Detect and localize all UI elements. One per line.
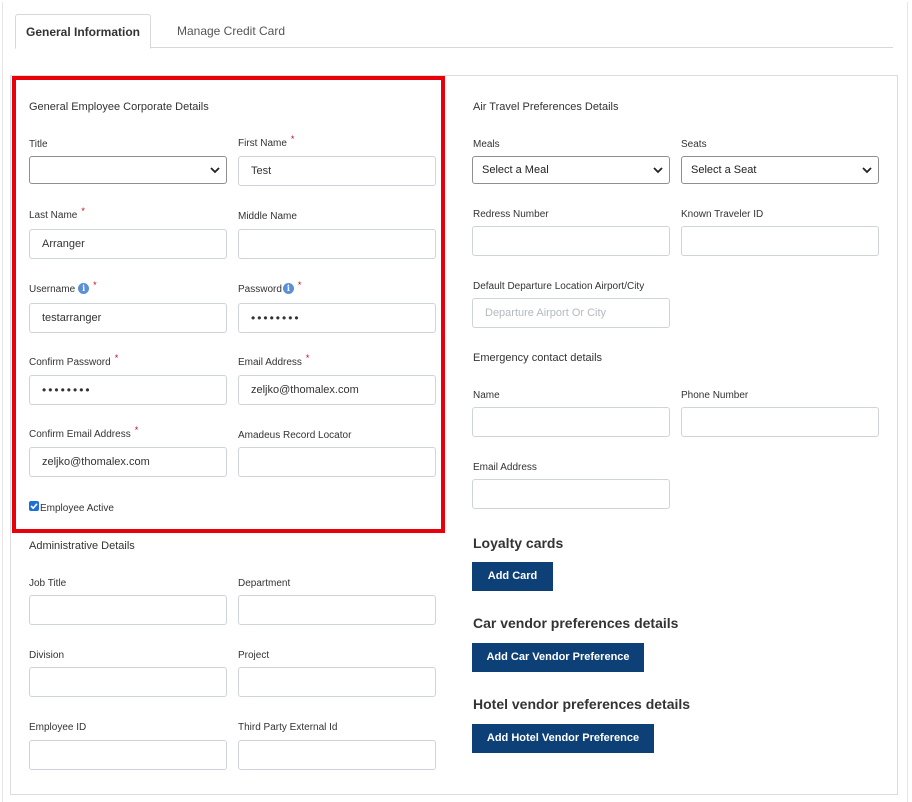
required-mark: * bbox=[81, 206, 85, 216]
division-field[interactable] bbox=[29, 667, 227, 697]
third-party-field[interactable] bbox=[238, 740, 436, 770]
redress-field[interactable] bbox=[472, 226, 670, 256]
confirm-email-label: Confirm Email Address * bbox=[29, 425, 138, 440]
employee-id-label: Employee ID bbox=[29, 722, 87, 733]
password-label-text: Password bbox=[238, 284, 282, 295]
emergency-name-label: Name bbox=[473, 390, 500, 401]
email-field[interactable]: zeljko@thomalex.com bbox=[238, 375, 436, 405]
division-label: Division bbox=[29, 650, 65, 661]
admin-section-title: Administrative Details bbox=[29, 540, 135, 552]
department-label: Department bbox=[238, 578, 291, 589]
emergency-email-label: Email Address bbox=[473, 462, 537, 473]
tab-bar: General Information Manage Credit Card bbox=[15, 14, 893, 49]
required-mark: * bbox=[134, 425, 139, 435]
title-label: Title bbox=[29, 139, 48, 150]
first-name-value: Test bbox=[251, 165, 272, 177]
required-mark: * bbox=[290, 134, 295, 144]
seats-select-value: Select a Seat bbox=[691, 164, 757, 176]
last-name-label-text: Last Name bbox=[29, 210, 78, 221]
required-mark: * bbox=[93, 280, 97, 290]
middle-name-field[interactable] bbox=[238, 229, 436, 259]
info-icon[interactable]: i bbox=[78, 283, 90, 294]
employee-active-checkbox[interactable] bbox=[29, 501, 39, 511]
job-title-label: Job Title bbox=[29, 578, 67, 589]
third-party-label: Third Party External Id bbox=[238, 722, 338, 733]
checkmark-icon bbox=[30, 503, 38, 510]
emergency-section-title: Emergency contact details bbox=[473, 352, 603, 364]
confirm-email-label-text: Confirm Email Address bbox=[29, 429, 131, 440]
emergency-email-field[interactable] bbox=[472, 479, 670, 509]
amadeus-label: Amadeus Record Locator bbox=[238, 430, 352, 441]
confirm-email-value: zeljko@thomalex.com bbox=[42, 456, 150, 468]
tab-manage-credit-card[interactable]: Manage Credit Card bbox=[151, 14, 311, 49]
email-label: Email Address * bbox=[238, 353, 309, 368]
email-label-text: Email Address bbox=[238, 357, 302, 368]
departure-input[interactable] bbox=[485, 299, 657, 327]
middle-name-label: Middle Name bbox=[238, 211, 297, 222]
username-field[interactable]: testarranger bbox=[29, 303, 227, 333]
add-hotel-vendor-button[interactable]: Add Hotel Vendor Preference bbox=[472, 724, 654, 753]
seats-select[interactable]: Select a Seat bbox=[681, 156, 879, 184]
email-value: zeljko@thomalex.com bbox=[251, 384, 359, 396]
username-label: Username i * bbox=[29, 280, 97, 295]
chevron-down-icon bbox=[862, 167, 872, 174]
confirm-password-label: Confirm Password * bbox=[29, 353, 118, 368]
job-title-field[interactable] bbox=[29, 595, 227, 625]
emergency-name-field[interactable] bbox=[472, 407, 670, 437]
meals-label: Meals bbox=[473, 139, 500, 150]
username-label-text: Username bbox=[29, 284, 76, 295]
password-field[interactable]: •••••••• bbox=[238, 303, 436, 333]
confirm-password-field[interactable]: •••••••• bbox=[29, 375, 227, 405]
emergency-phone-field[interactable] bbox=[681, 407, 879, 437]
confirm-password-label-text: Confirm Password bbox=[29, 357, 111, 368]
project-label: Project bbox=[238, 650, 270, 661]
hotel-vendor-title: Hotel vendor preferences details bbox=[473, 696, 691, 712]
password-value: •••••••• bbox=[251, 311, 301, 325]
add-card-button[interactable]: Add Card bbox=[472, 562, 553, 591]
first-name-label-text: First Name bbox=[238, 138, 287, 149]
emergency-phone-label: Phone Number bbox=[681, 390, 749, 401]
tab-general-information[interactable]: General Information bbox=[15, 14, 151, 49]
seats-label: Seats bbox=[681, 139, 707, 150]
last-name-label: Last Name * bbox=[29, 206, 85, 221]
required-mark: * bbox=[297, 280, 302, 290]
known-traveler-field[interactable] bbox=[681, 226, 879, 256]
password-label: Password i * bbox=[238, 280, 301, 295]
last-name-field[interactable]: Arranger bbox=[29, 229, 227, 259]
title-select[interactable] bbox=[29, 156, 227, 184]
redress-label: Redress Number bbox=[473, 209, 549, 220]
project-field[interactable] bbox=[238, 667, 436, 697]
info-icon[interactable]: i bbox=[282, 283, 294, 294]
meals-select[interactable]: Select a Meal bbox=[472, 156, 670, 184]
department-field[interactable] bbox=[238, 595, 436, 625]
departure-field[interactable] bbox=[472, 298, 670, 328]
confirm-password-value: •••••••• bbox=[42, 383, 92, 397]
known-traveler-label: Known Traveler ID bbox=[681, 209, 764, 220]
chevron-down-icon bbox=[653, 167, 663, 174]
last-name-value: Arranger bbox=[42, 238, 85, 250]
meals-select-value: Select a Meal bbox=[482, 164, 549, 176]
employee-id-field[interactable] bbox=[29, 740, 227, 770]
amadeus-field[interactable] bbox=[238, 447, 436, 477]
required-mark: * bbox=[114, 353, 119, 363]
first-name-field[interactable]: Test bbox=[238, 156, 436, 186]
confirm-email-field[interactable]: zeljko@thomalex.com bbox=[29, 447, 227, 477]
add-car-vendor-button[interactable]: Add Car Vendor Preference bbox=[472, 643, 644, 672]
first-name-label: First Name * bbox=[238, 134, 294, 149]
username-value: testarranger bbox=[42, 312, 102, 324]
employee-section-title: General Employee Corporate Details bbox=[29, 101, 209, 113]
car-vendor-title: Car vendor preferences details bbox=[473, 615, 679, 631]
loyalty-title: Loyalty cards bbox=[473, 535, 564, 551]
employee-active-label: Employee Active bbox=[40, 503, 114, 514]
air-section-title: Air Travel Preferences Details bbox=[473, 101, 619, 113]
chevron-down-icon bbox=[210, 167, 220, 174]
required-mark: * bbox=[305, 353, 310, 363]
departure-label: Default Departure Location Airport/City bbox=[473, 281, 645, 292]
